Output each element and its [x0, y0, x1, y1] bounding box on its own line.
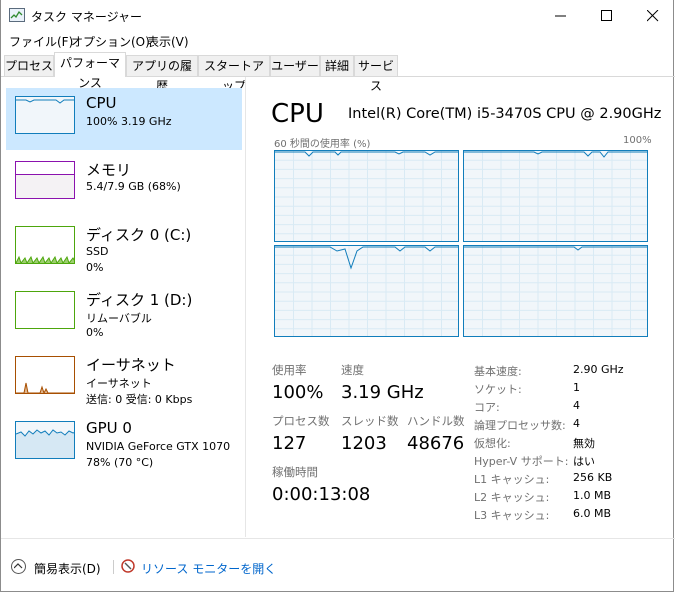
threads-label: スレッド数 — [341, 414, 399, 428]
info-label: L3 キャッシュ: — [474, 509, 550, 522]
sidebar-detail: 0% — [86, 326, 104, 339]
tab-performance[interactable]: パフォーマンス — [54, 52, 126, 90]
sidebar-item-disk-0[interactable]: ディスク 0 (C:) SSD 0% — [6, 218, 242, 280]
menu-file[interactable]: ファイル(F) — [9, 33, 73, 50]
sidebar-item-cpu[interactable]: CPU 100% 3.19 GHz — [6, 88, 242, 150]
tab-users[interactable]: ユーザー — [270, 55, 320, 76]
sidebar-title: ディスク 1 (D:) — [86, 291, 193, 309]
tab-strip: プロセス パフォーマンス アプリの履歴 スタートアップ ユーザー 詳細 サービス — [1, 52, 675, 93]
sidebar-detail: 100% 3.19 GHz — [86, 115, 172, 128]
info-value: 4 — [573, 399, 580, 412]
info-value: 256 KB — [573, 471, 613, 484]
sidebar-detail: 送信: 0 受信: 0 Kbps — [86, 393, 193, 406]
task-manager-icon — [9, 8, 25, 22]
resource-monitor-icon — [121, 559, 135, 573]
tab-app-history[interactable]: アプリの履歴 — [126, 55, 198, 93]
processor-name: Intel(R) Core(TM) i5-3470S CPU @ 2.90GHz — [348, 106, 662, 122]
title-bar: タスク マネージャー — [1, 0, 675, 31]
menu-bar: ファイル(F) オプション(O) 表示(V) — [1, 31, 675, 51]
threads-value: 1203 — [341, 433, 387, 454]
sidebar-detail: 78% (70 °C) — [86, 456, 154, 469]
graph-max-label: 100% — [623, 135, 652, 146]
minimize-button[interactable] — [538, 0, 584, 31]
disk-0-thumbnail — [15, 226, 75, 264]
processes-label: プロセス数 — [272, 414, 330, 428]
maximize-icon — [601, 10, 612, 21]
info-value: 4 — [573, 417, 580, 430]
sidebar-title: CPU — [86, 94, 117, 112]
close-icon — [647, 10, 659, 22]
handles-value: 48676 — [407, 433, 465, 454]
processes-value: 127 — [272, 433, 307, 454]
sidebar-item-disk-1[interactable]: ディスク 1 (D:) リムーバブル 0% — [6, 283, 242, 345]
memory-thumbnail — [15, 161, 75, 199]
info-value: 無効 — [573, 437, 595, 450]
footer: 簡易表示(D) リソース モニターを開く — [1, 550, 675, 580]
fewer-details-button[interactable]: 簡易表示(D) — [34, 560, 101, 577]
graph-axis-label: 60 秒間の使用率 (%) — [274, 139, 371, 150]
tab-services[interactable]: サービス — [354, 55, 398, 93]
info-label: 仮想化: — [474, 437, 511, 450]
sidebar-detail: 0% — [86, 261, 104, 274]
info-label: 基本速度: — [474, 365, 522, 378]
cpu-detail-panel: CPU Intel(R) Core(TM) i5-3470S CPU @ 2.9… — [246, 77, 675, 537]
info-label: Hyper-V サポート: — [474, 455, 569, 468]
minimize-icon — [555, 15, 566, 17]
tab-details[interactable]: 詳細 — [320, 55, 354, 76]
sidebar-item-ethernet[interactable]: イーサネット イーサネット 送信: 0 受信: 0 Kbps — [6, 348, 242, 410]
speed-label: 速度 — [341, 363, 364, 377]
sidebar-detail: 5.4/7.9 GB (68%) — [86, 180, 181, 193]
gpu-thumbnail — [15, 421, 75, 459]
sidebar-detail: リムーバブル — [86, 312, 152, 325]
uptime-label: 稼働時間 — [272, 465, 318, 479]
uptime-value: 0:00:13:08 — [272, 484, 371, 505]
ethernet-thumbnail — [15, 356, 75, 394]
info-value: 2.90 GHz — [573, 363, 624, 376]
sidebar-item-gpu-0[interactable]: GPU 0 NVIDIA GeForce GTX 1070 78% (70 °C… — [6, 413, 242, 475]
info-value: はい — [573, 455, 595, 468]
maximize-button[interactable] — [584, 0, 630, 31]
usage-label: 使用率 — [272, 363, 307, 377]
menu-options[interactable]: オプション(O) — [71, 33, 150, 50]
sidebar-detail: イーサネット — [86, 377, 152, 390]
sidebar-item-memory[interactable]: メモリ 5.4/7.9 GB (68%) — [6, 153, 242, 215]
tab-startup[interactable]: スタートアップ — [198, 55, 270, 93]
sidebar-title: イーサネット — [86, 356, 176, 374]
menu-view[interactable]: 表示(V) — [147, 33, 189, 50]
sidebar-title: GPU 0 — [86, 419, 132, 437]
cpu-graph-core-2 — [274, 245, 459, 337]
speed-value: 3.19 GHz — [341, 382, 424, 403]
sidebar-detail: SSD — [86, 245, 109, 258]
page-title: CPU — [271, 99, 324, 129]
cpu-graph-core-0 — [274, 150, 459, 242]
sidebar-title: ディスク 0 (C:) — [86, 226, 192, 244]
footer-divider — [1, 538, 675, 539]
info-value: 1.0 MB — [573, 489, 612, 502]
info-label: 論理プロセッサ数: — [474, 419, 566, 432]
tab-processes[interactable]: プロセス — [4, 55, 54, 76]
cpu-graph-core-3 — [463, 245, 648, 337]
close-button[interactable] — [630, 0, 675, 31]
window-title: タスク マネージャー — [31, 10, 142, 24]
footer-separator — [113, 560, 114, 574]
info-label: コア: — [474, 401, 500, 414]
chevron-up-icon[interactable] — [11, 559, 26, 574]
info-label: ソケット: — [474, 383, 522, 396]
task-manager-window: タスク マネージャー ファイル(F) オプション(O) 表示(V) プロセス パ… — [0, 0, 675, 592]
open-resource-monitor-link[interactable]: リソース モニターを開く — [141, 560, 276, 577]
usage-value: 100% — [272, 382, 324, 403]
cpu-thumbnail — [15, 96, 75, 134]
sidebar-title: メモリ — [86, 161, 132, 179]
resource-list: CPU 100% 3.19 GHz メモリ 5.4/7.9 GB (68%) デ… — [1, 77, 245, 537]
disk-1-thumbnail — [15, 291, 75, 329]
info-label: L1 キャッシュ: — [474, 473, 550, 486]
info-label: L2 キャッシュ: — [474, 491, 550, 504]
cpu-graph-core-1 — [463, 150, 648, 242]
sidebar-detail: NVIDIA GeForce GTX 1070 — [86, 440, 231, 453]
info-value: 6.0 MB — [573, 507, 612, 520]
info-value: 1 — [573, 381, 580, 394]
handles-label: ハンドル数 — [407, 414, 465, 428]
